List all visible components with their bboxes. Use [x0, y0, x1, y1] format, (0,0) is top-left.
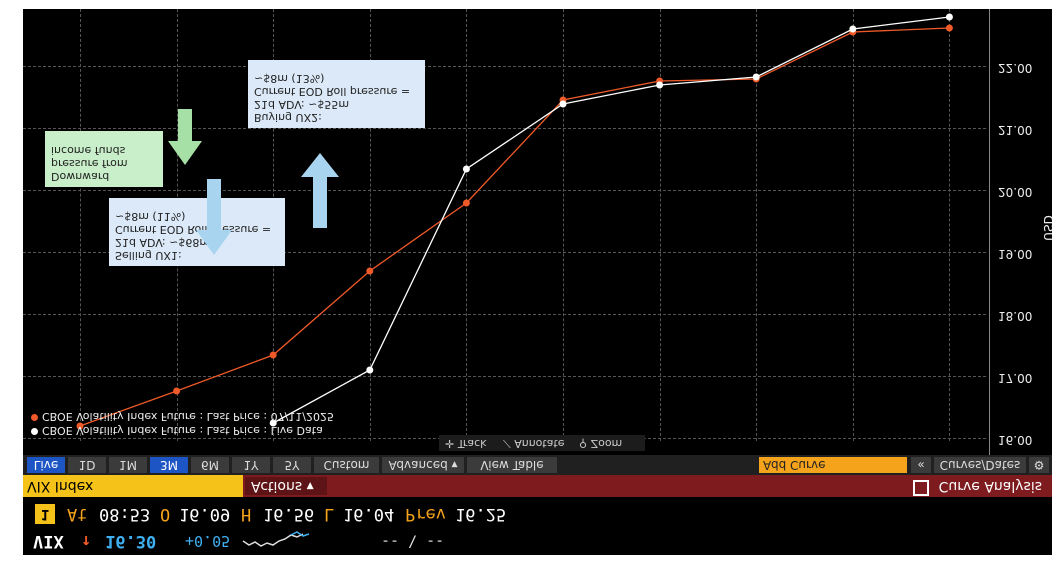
up-arrow-icon: ↑ [81, 531, 92, 551]
price-change: +0.05 [185, 532, 231, 550]
last-price: 16.30 [105, 531, 157, 551]
news-badge[interactable]: 1 [35, 504, 55, 524]
prev-label: Prev [405, 504, 446, 524]
view-table-button[interactable]: View Table [467, 457, 557, 473]
gear-icon[interactable]: ⚙ [1029, 457, 1049, 473]
collapse-icon[interactable]: « [911, 457, 931, 473]
bloomberg-window: VIX ↑ 16.30 +0.05 -- \ -- 1 At 08:53 O 1… [23, 9, 1052, 555]
advanced-dropdown[interactable]: Advanced ▾ [382, 457, 464, 473]
low-label: L [324, 504, 335, 524]
high-value: 16.56 [263, 504, 315, 524]
ticker-symbol: VIX [33, 531, 64, 551]
high-label: H [241, 504, 252, 524]
tab-5y[interactable]: 5Y [273, 457, 311, 473]
open-value: 16.09 [179, 504, 231, 524]
bid-ask-placeholder: -- \ -- [381, 533, 445, 551]
toolbar: Live 1D 1M 3M 6M 1Y 5Y Custom Advanced ▾… [23, 455, 1052, 475]
export-icon[interactable] [912, 480, 929, 496]
tab-6m[interactable]: 6M [191, 457, 229, 473]
at-label: At [67, 504, 88, 524]
tab-custom[interactable]: Custom [314, 457, 379, 473]
quote-strip: VIX ↑ 16.30 +0.05 -- \ -- 1 At 08:53 O 1… [23, 497, 1052, 555]
ticker-field[interactable]: VIX Index [23, 475, 243, 497]
curve-analysis-title: Curve Analysis [912, 475, 1042, 497]
screenshot: VIX ↑ 16.30 +0.05 -- \ -- 1 At 08:53 O 1… [0, 0, 1063, 563]
curves-dates-button[interactable]: Curves/Dates [934, 457, 1026, 473]
tab-1d[interactable]: 1D [68, 457, 106, 473]
function-title: Curve Analysis [938, 478, 1042, 494]
actions-menu-button[interactable]: Actions ▾ [245, 477, 327, 495]
low-value: 16.04 [343, 504, 395, 524]
tab-1m[interactable]: 1M [109, 457, 147, 473]
chart-area[interactable]: 16.00 17.00 18.00 19.00 20.00 21.00 22.00 USD … [23, 9, 1052, 455]
blue-down-arrow [301, 153, 339, 228]
add-curve-field[interactable]: Add Curve [759, 457, 907, 473]
open-label: O [160, 504, 171, 524]
prev-value: 16.25 [455, 504, 507, 524]
green-up-arrow [168, 109, 202, 165]
blue-up-arrow [196, 179, 232, 255]
annotation-arrows [168, 109, 339, 255]
tab-3m[interactable]: 3M [150, 457, 188, 473]
tab-live[interactable]: Live [27, 457, 65, 473]
menu-bar: VIX Index Actions ▾ Curve Analysis [23, 475, 1052, 497]
tab-1y[interactable]: 1Y [232, 457, 270, 473]
sparkline-icon [242, 531, 310, 547]
quote-time: 08:53 [99, 504, 151, 524]
